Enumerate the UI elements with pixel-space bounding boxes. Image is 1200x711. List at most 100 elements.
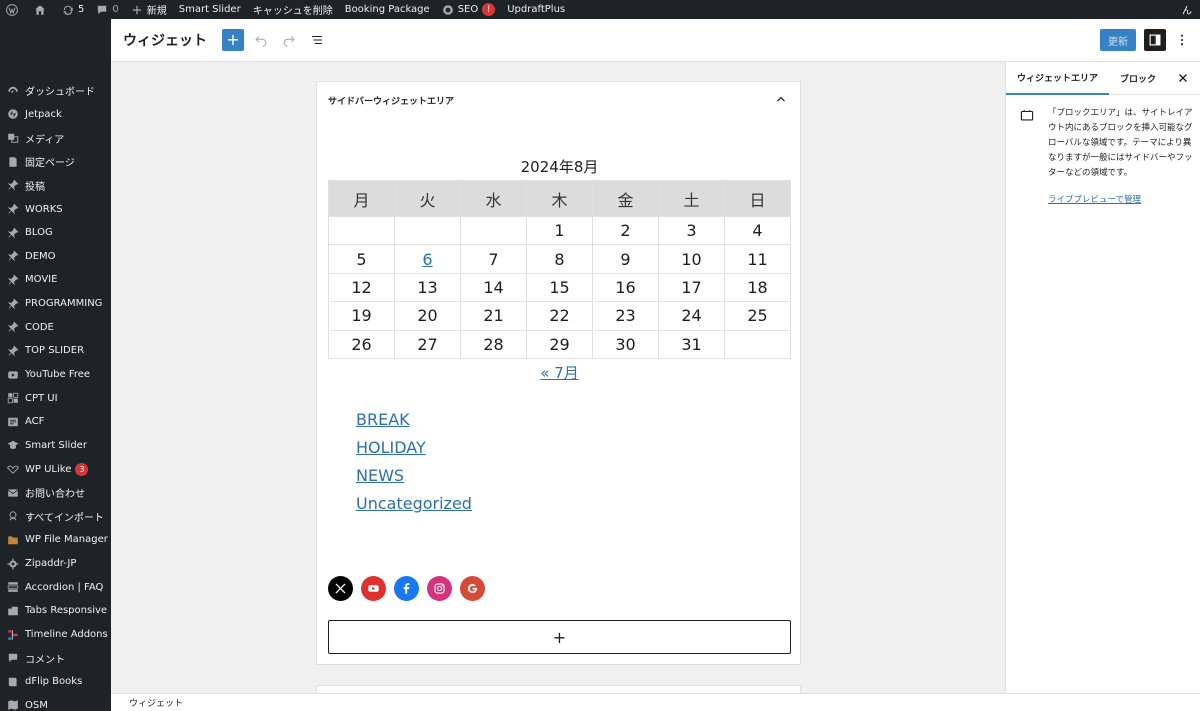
calendar-day-link[interactable]: 6 [422,250,432,269]
tab-block[interactable]: ブロック [1109,62,1167,95]
sidebar-widget-area[interactable]: サイドバーウィジェットエリア 2024年8月 月火水木金土日 123456789… [316,81,801,665]
block-appender-button[interactable]: + [328,620,791,654]
smart-slider-menu[interactable]: Smart Slider [173,0,247,19]
booking-package-menu[interactable]: Booking Package [339,0,436,19]
seo-alert-badge: ! [482,3,496,16]
seo-menu[interactable]: SEO ! [436,0,502,19]
calendar-weekdays: 月火水木金土日 [328,180,791,217]
gear-icon [6,557,19,570]
category-link[interactable]: Uncategorized [356,494,472,513]
sidebar-item-accordion-faq[interactable]: Accordion | FAQ [0,575,111,599]
sidebar-item-25[interactable]: コメント [0,646,111,670]
sidebar-item-jetpack[interactable]: Jetpack [0,103,111,127]
calendar-day: 22 [526,301,593,331]
sidebar-item-cpt-ui[interactable]: CPT UI [0,386,111,410]
seo-icon [442,4,453,15]
booking-label: Booking Package [344,4,430,15]
sidebar-item-dflip-books[interactable]: dFlip Books [0,670,111,694]
media-icon [6,132,19,145]
calendar-table: 月火水木金土日 1 2 3 4 5 6 7 8 9 10 11 12 13 14 15 16 17 18 19 20 2… [328,180,791,359]
sidebar-item-smart-slider[interactable]: Smart Slider [0,434,111,458]
tab-widget-area[interactable]: ウィジェットエリア [1006,62,1110,95]
category-link[interactable]: NEWS [356,466,404,485]
sidebar-item-5[interactable]: 投稿 [0,174,111,198]
calendar-day: 31 [658,329,725,359]
comments-menu[interactable]: 0 [90,0,124,19]
sidebar-item-code[interactable]: CODE [0,315,111,339]
sidebar-item-osm[interactable]: OSM [0,694,111,711]
calendar-day: 13 [394,272,461,303]
instagram-icon[interactable] [427,576,452,601]
calendar-caption: 2024年8月 [520,158,599,176]
sidebar-item-youtube-free[interactable]: YouTube Free [0,363,111,387]
ulike-icon [6,463,19,476]
redo-button[interactable] [278,29,300,51]
sidebar-item-label: OSM [25,699,48,711]
sidebar-item-1[interactable]: ダッシュボード [0,79,111,103]
settings-toggle-button[interactable] [1144,29,1166,51]
undo-button[interactable] [250,29,272,51]
page-icon [6,155,19,168]
sidebar-item-tabs-responsive[interactable]: Tabs Responsive [0,599,111,623]
options-menu-button[interactable] [1174,29,1190,51]
sidebar-item-works[interactable]: WORKS [0,197,111,221]
sidebar-item-acf[interactable]: ACF [0,410,111,434]
site-home-menu[interactable] [28,0,56,19]
comment-icon [6,652,19,665]
x-icon[interactable] [328,576,353,601]
sidebar-item-18[interactable]: お問い合わせ [0,481,111,505]
calendar-day: 2 [592,215,659,246]
google-icon[interactable] [460,576,485,601]
calendar-day [394,215,461,246]
count-badge: 3 [75,462,89,476]
sidebar-item-wp-ulike[interactable]: WP ULike 3 [0,457,111,481]
facebook-icon[interactable] [394,576,419,601]
sidebar-item-wp-file-manager[interactable]: WP File Manager [0,528,111,552]
sidebar-item-demo[interactable]: DEMO [0,244,111,268]
update-button[interactable]: 更新 [1100,29,1136,51]
youtube-icon[interactable] [361,576,386,601]
account-menu[interactable]: ん [1176,0,1200,19]
list-view-button[interactable] [306,29,328,51]
calendar-day: 21 [460,301,527,331]
breadcrumb-item[interactable]: ウィジェット [129,696,183,709]
new-label: 新規 [146,6,167,17]
widget-area-title: サイドバーウィジェットエリア [328,97,455,107]
sidebar-item-programming[interactable]: PROGRAMMING [0,292,111,316]
sidebar-item-4[interactable]: 固定ページ [0,150,111,174]
wp-logo-menu[interactable] [0,0,28,19]
folder-icon [6,533,19,546]
pin-icon [6,226,19,239]
calendar-prev-month-link[interactable]: « 7月 [540,364,579,382]
smart-slider-label: Smart Slider [178,4,241,15]
new-content-menu[interactable]: 新規 [125,0,173,19]
sidebar-item-blog[interactable]: BLOG [0,221,111,245]
sidebar-item-3[interactable]: メディア [0,126,111,150]
updates-count: 5 [78,4,85,15]
category-link[interactable]: HOLIDAY [356,438,426,457]
calendar-day: 28 [460,329,527,359]
footer-breadcrumb: ウィジェット [111,693,1200,711]
calendar-day: 29 [526,329,593,359]
sidebar-item-movie[interactable]: MOVIE [0,268,111,292]
map-icon [6,699,19,711]
sidebar-item-zipaddr-jp[interactable]: Zipaddr-JP [0,552,111,576]
add-block-button[interactable]: + [222,29,244,51]
clear-cache-menu[interactable]: キャッシュを削除 [247,0,339,19]
header-actions: 更新 [1100,29,1200,51]
updraftplus-menu[interactable]: UpdraftPlus [501,0,571,19]
category-link[interactable]: BREAK [356,410,410,429]
close-icon[interactable] [1176,71,1190,85]
next-widget-area[interactable] [316,685,801,693]
sidebar-item-19[interactable]: すべてインポート [0,505,111,529]
dashboard-icon [6,84,19,97]
account-label: ん [1182,6,1192,17]
settings-sidebar: ウィジェットエリア ブロック 「ブロックエリア」は、サイトレイアウト内にあるブロ… [1005,62,1200,693]
sidebar-item-top-slider[interactable]: TOP SLIDER [0,339,111,363]
updates-menu[interactable]: 5 [56,0,90,19]
sidebar-item-timeline-addons[interactable]: Timeline Addons [0,623,111,647]
sidebar-item-label: CPT UI [25,392,58,404]
live-preview-link[interactable]: ライブプレビューで管理 [1048,193,1193,205]
sidebar-item-label: Tabs Responsive [25,605,108,617]
chevron-up-icon[interactable] [774,92,788,106]
